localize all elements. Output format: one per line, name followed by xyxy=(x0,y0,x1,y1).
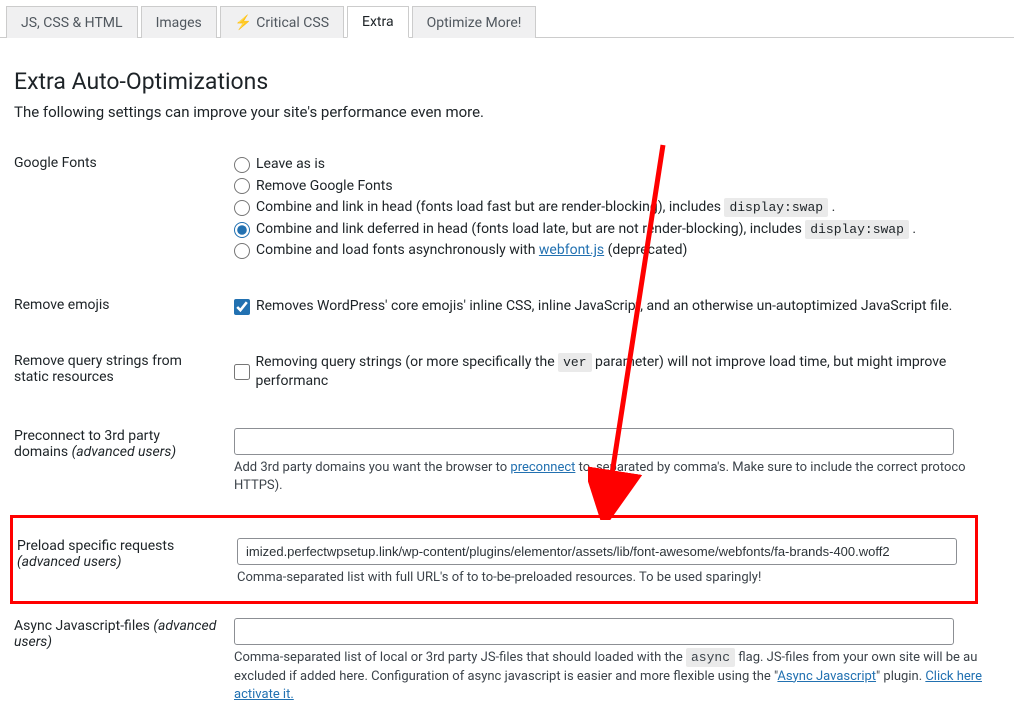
page-intro: The following settings can improve your … xyxy=(14,103,1000,121)
checkbox-label: Removing query strings (or more specific… xyxy=(256,353,1000,392)
webfontjs-link[interactable]: webfont.js xyxy=(539,242,604,258)
tab-optimize-more[interactable]: Optimize More! xyxy=(412,6,537,38)
tab-label: Extra xyxy=(362,14,394,30)
tab-extra[interactable]: Extra xyxy=(347,6,409,38)
code-async: async xyxy=(686,648,735,667)
radio-async-webfont[interactable] xyxy=(234,243,250,259)
google-fonts-label: Google Fonts xyxy=(14,141,234,283)
preconnect-link[interactable]: preconnect xyxy=(510,460,575,475)
preload-input[interactable] xyxy=(237,538,957,565)
code-display-swap: display:swap xyxy=(724,198,828,217)
query-strings-label: Remove query strings from static resourc… xyxy=(14,339,234,414)
radio-leave-as-is[interactable] xyxy=(234,157,250,173)
radio-label: Combine and link in head (fonts load fas… xyxy=(256,198,835,218)
radio-remove-google-fonts[interactable] xyxy=(234,178,250,194)
tab-label: Images xyxy=(156,15,202,31)
preload-label: Preload specific requests (advanced user… xyxy=(17,518,237,601)
code-ver: ver xyxy=(558,353,591,372)
checkbox-label: Removes WordPress' core emojis' inline C… xyxy=(256,297,952,317)
async-js-input[interactable] xyxy=(234,618,954,645)
remove-emojis-label: Remove emojis xyxy=(14,283,234,339)
async-js-label: Async Javascript-files (advanced users) xyxy=(14,604,234,724)
radio-label: Combine and load fonts asynchronously wi… xyxy=(256,241,687,261)
checkbox-remove-emojis[interactable] xyxy=(234,299,250,315)
tab-label: JS, CSS & HTML xyxy=(21,15,123,31)
bolt-icon: ⚡ xyxy=(235,15,252,31)
code-display-swap: display:swap xyxy=(805,220,909,239)
radio-label: Combine and link deferred in head (fonts… xyxy=(256,220,916,240)
tab-label: Optimize More! xyxy=(427,15,522,31)
radio-label: Remove Google Fonts xyxy=(256,177,393,197)
preload-help: Comma-separated list with full URL's of … xyxy=(237,569,975,587)
click-here-link[interactable]: Click here xyxy=(925,669,982,684)
checkbox-remove-query-strings[interactable] xyxy=(234,364,250,380)
radio-combine-deferred[interactable] xyxy=(234,222,250,238)
async-js-help: Comma-separated list of local or 3rd par… xyxy=(234,649,1000,704)
activate-link[interactable]: activate it. xyxy=(234,687,294,702)
preconnect-input[interactable] xyxy=(234,428,954,455)
tab-bar: JS, CSS & HTML Images ⚡Critical CSS Extr… xyxy=(0,0,1014,38)
preconnect-label: Preconnect to 3rd party domains (advance… xyxy=(14,414,234,515)
tab-js-css-html[interactable]: JS, CSS & HTML xyxy=(6,6,138,38)
tab-images[interactable]: Images xyxy=(141,6,217,38)
preload-highlight-box: Preload specific requests (advanced user… xyxy=(10,515,978,604)
tab-label: Critical CSS xyxy=(256,15,329,31)
radio-combine-head[interactable] xyxy=(234,200,250,216)
async-javascript-link[interactable]: Async Javascript xyxy=(777,669,876,684)
page-title: Extra Auto-Optimizations xyxy=(14,68,1000,95)
preconnect-help: Add 3rd party domains you want the brows… xyxy=(234,459,1000,495)
radio-label: Leave as is xyxy=(256,155,325,175)
tab-critical-css[interactable]: ⚡Critical CSS xyxy=(220,6,344,38)
